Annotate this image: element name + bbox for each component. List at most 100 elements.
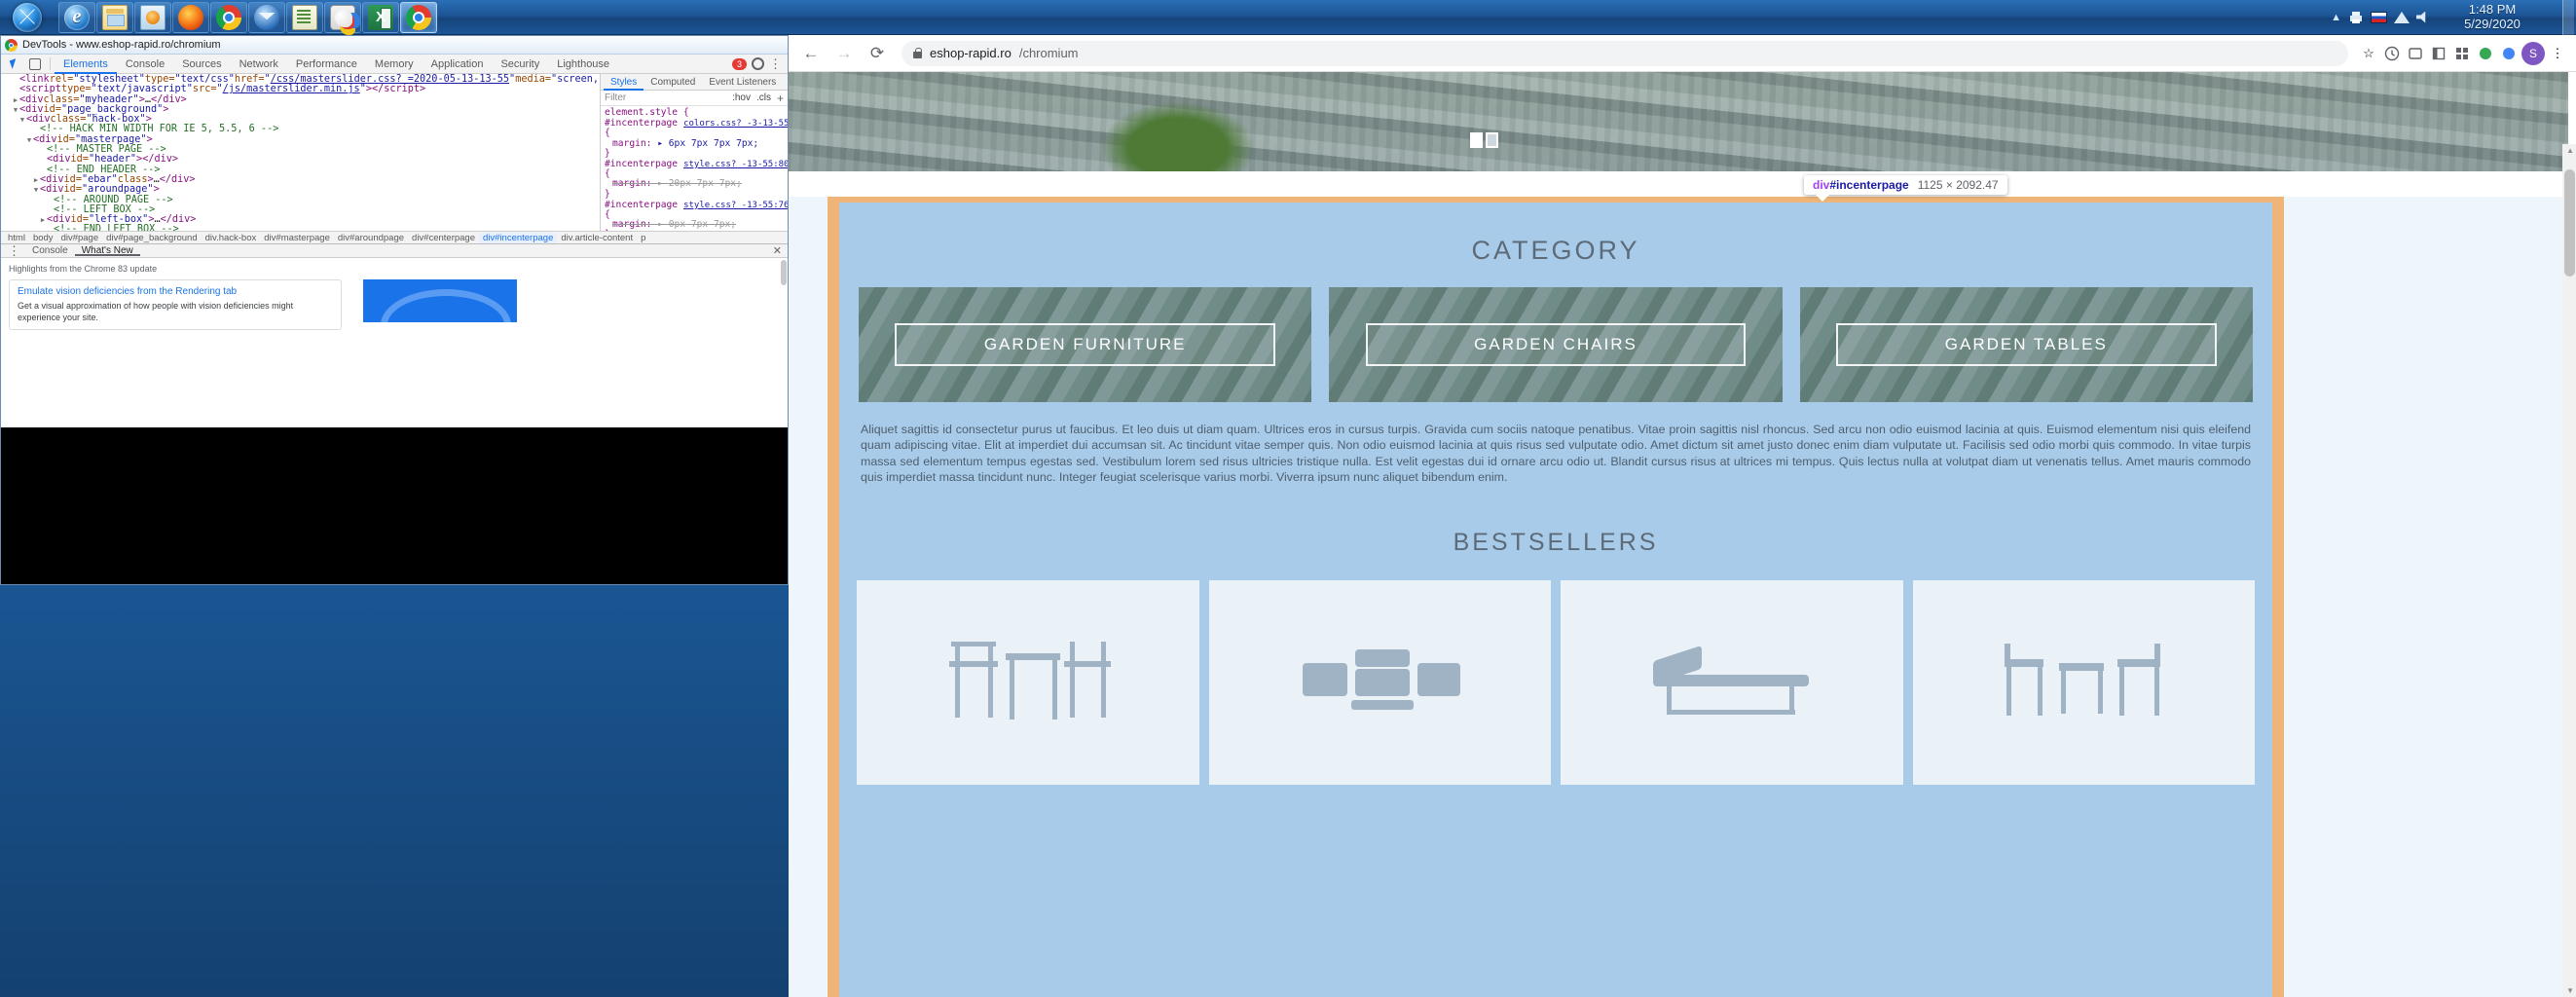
whats-new-card[interactable]: Emulate vision deficiencies from the Ren…: [9, 279, 342, 331]
breadcrumb-item[interactable]: div#aroundpage: [334, 233, 408, 243]
dom-tree-panel[interactable]: < link rel = "stylesheet" type = "text/css" h…: [1, 74, 600, 232]
device-toolbar-button[interactable]: [24, 55, 46, 73]
slider-pagination[interactable]: [1470, 132, 1498, 148]
extension-icon-6[interactable]: [2498, 43, 2520, 64]
styles-filter-input[interactable]: Filter: [605, 92, 726, 103]
css-declaration[interactable]: margin: ▸ 6px 7px 7px 7px;: [605, 138, 784, 149]
hover-state-button[interactable]: :hov: [732, 92, 751, 103]
address-bar[interactable]: eshop-rapid.ro/chromium: [902, 40, 2348, 66]
tab-computed[interactable]: Computed: [644, 74, 702, 91]
css-declaration[interactable]: margin: ▸ 0px 7px 7px;: [605, 220, 784, 230]
close-drawer-icon[interactable]: ✕: [773, 244, 788, 257]
category-card-garden-tables[interactable]: GARDEN TABLES: [1799, 287, 2253, 402]
breadcrumb-item[interactable]: div#masterpage: [260, 233, 334, 243]
taskbar-item-internet-explorer[interactable]: [58, 1, 95, 33]
css-source-link[interactable]: colors.css?_-3-13-55:673: [683, 119, 788, 138]
scroll-up-arrow-icon[interactable]: ▲: [2566, 146, 2574, 155]
tab-event-listeners[interactable]: Event Listeners: [702, 74, 783, 91]
language-flag-icon[interactable]: [2371, 11, 2387, 23]
drawer-tab-whats-new[interactable]: What's New: [75, 245, 140, 256]
tab-security[interactable]: Security: [492, 55, 548, 74]
avatar[interactable]: S: [2521, 41, 2545, 65]
tab-network[interactable]: Network: [231, 55, 287, 74]
css-property[interactable]: margin:: [605, 219, 657, 230]
product-card-3[interactable]: [1561, 579, 1903, 785]
scroll-down-arrow-icon[interactable]: ▼: [2566, 986, 2574, 995]
taskbar-item-windows-explorer[interactable]: [96, 1, 133, 33]
extension-icon-2[interactable]: [2405, 43, 2426, 64]
error-count-badge[interactable]: 3: [731, 57, 747, 70]
taskbar-item-google-chrome[interactable]: [210, 1, 247, 33]
category-card-garden-chairs[interactable]: GARDEN CHAIRS: [1329, 287, 1783, 402]
forward-button[interactable]: →: [829, 39, 859, 68]
tab-console[interactable]: Console: [117, 55, 173, 74]
extension-icon-1[interactable]: [2381, 43, 2403, 64]
css-value[interactable]: ▸ 0px 7px 7px;: [657, 219, 736, 230]
taskbar-item-paint[interactable]: [324, 1, 361, 33]
more-options-icon[interactable]: ⋮: [769, 57, 783, 70]
css-source-link[interactable]: style.css?_-13-55:8085: [683, 160, 788, 179]
whats-new-scrollbar[interactable]: [781, 260, 787, 286]
taskbar-item-excel[interactable]: [362, 1, 399, 33]
bookmark-star-icon[interactable]: ☆: [2358, 43, 2379, 64]
expand-triangle-down-icon[interactable]: ▼: [18, 115, 26, 125]
scrollbar-thumb[interactable]: [2564, 169, 2575, 277]
expand-triangle-right-icon[interactable]: ▶: [32, 175, 40, 185]
breadcrumb[interactable]: html body div#page div#page_background div.h…: [1, 231, 788, 244]
chrome-menu-button[interactable]: ⋮: [2547, 43, 2568, 64]
whats-new-card-title[interactable]: Emulate vision deficiencies from the Ren…: [18, 286, 333, 297]
dom-tree-row[interactable]: <!-- END LEFT BOX -->: [1, 225, 600, 232]
breadcrumb-item[interactable]: div#page_background: [102, 233, 202, 243]
breadcrumb-item[interactable]: div#centerpage: [408, 233, 479, 243]
start-button[interactable]: [2, 2, 53, 33]
page-scrollbar[interactable]: ▲ ▼: [2562, 144, 2576, 997]
css-selector[interactable]: element.style {: [605, 107, 689, 118]
drawer-tab-console[interactable]: Console: [25, 245, 75, 256]
expand-triangle-down-icon[interactable]: ▼: [12, 105, 19, 115]
css-rule[interactable]: #incenterpage {style.css?_-13-55:8085mar…: [605, 159, 788, 200]
css-selector[interactable]: #incenterpage {: [605, 200, 678, 220]
css-property[interactable]: margin:: [605, 138, 657, 149]
css-rules-list[interactable]: element.style {#incenterpage {colors.css…: [601, 106, 788, 231]
tab-sources[interactable]: Sources: [173, 55, 230, 74]
css-property[interactable]: margin:: [605, 178, 657, 189]
network-icon[interactable]: [2394, 10, 2410, 25]
expand-triangle-right-icon[interactable]: ▶: [39, 215, 47, 225]
taskbar-item-thunderbird[interactable]: [248, 1, 285, 33]
tab-memory[interactable]: Memory: [366, 55, 423, 74]
tab-lighthouse[interactable]: Lighthouse: [548, 55, 618, 74]
css-rule[interactable]: element.style {: [605, 107, 784, 118]
css-value[interactable]: ▸ 20px 7px 7px;: [657, 178, 742, 189]
breadcrumb-item[interactable]: p: [637, 233, 649, 243]
taskbar-item-chromium[interactable]: [400, 1, 437, 33]
dom-token-lnk[interactable]: /js/masterslider.min.js: [223, 84, 360, 94]
css-source-link[interactable]: style.css?_-13-55:7652: [683, 201, 788, 220]
css-rule[interactable]: #incenterpage {colors.css?_-3-13-55:673m…: [605, 118, 788, 159]
class-filter-button[interactable]: .cls: [756, 92, 771, 103]
css-rule[interactable]: #incenterpage {style.css?_-13-55:7652mar…: [605, 200, 788, 231]
tab-styles[interactable]: Styles: [604, 74, 644, 91]
taskbar-item-notepad[interactable]: [286, 1, 323, 33]
printer-icon[interactable]: [2348, 10, 2364, 25]
extension-icon-4[interactable]: [2451, 43, 2473, 64]
tab-performance[interactable]: Performance: [287, 55, 366, 74]
slider-dot-1[interactable]: [1470, 132, 1483, 148]
gear-icon[interactable]: [752, 57, 764, 70]
show-hidden-icons-icon[interactable]: ▲: [2331, 12, 2341, 23]
css-selector[interactable]: #incenterpage {: [605, 118, 678, 138]
tab-application[interactable]: Application: [423, 55, 493, 74]
breadcrumb-item[interactable]: div.hack-box: [202, 233, 261, 243]
product-card-4[interactable]: [1912, 579, 2255, 785]
reload-button[interactable]: ⟳: [863, 39, 892, 68]
expand-triangle-right-icon[interactable]: ▶: [12, 95, 19, 105]
new-style-rule-button[interactable]: +: [777, 92, 784, 105]
breadcrumb-item[interactable]: html: [4, 233, 29, 243]
breadcrumb-item[interactable]: body: [29, 233, 57, 243]
css-value[interactable]: ▸ 6px 7px 7px 7px;: [657, 138, 758, 149]
inspect-element-button[interactable]: [3, 55, 24, 73]
category-card-garden-furniture[interactable]: GARDEN FURNITURE: [859, 287, 1312, 402]
breadcrumb-item[interactable]: div.article-content: [557, 233, 637, 243]
breadcrumb-item[interactable]: div#incenterpage: [479, 232, 558, 243]
clock[interactable]: 1:48 PM 5/29/2020: [2439, 2, 2556, 32]
slider-dot-2[interactable]: [1486, 132, 1498, 148]
